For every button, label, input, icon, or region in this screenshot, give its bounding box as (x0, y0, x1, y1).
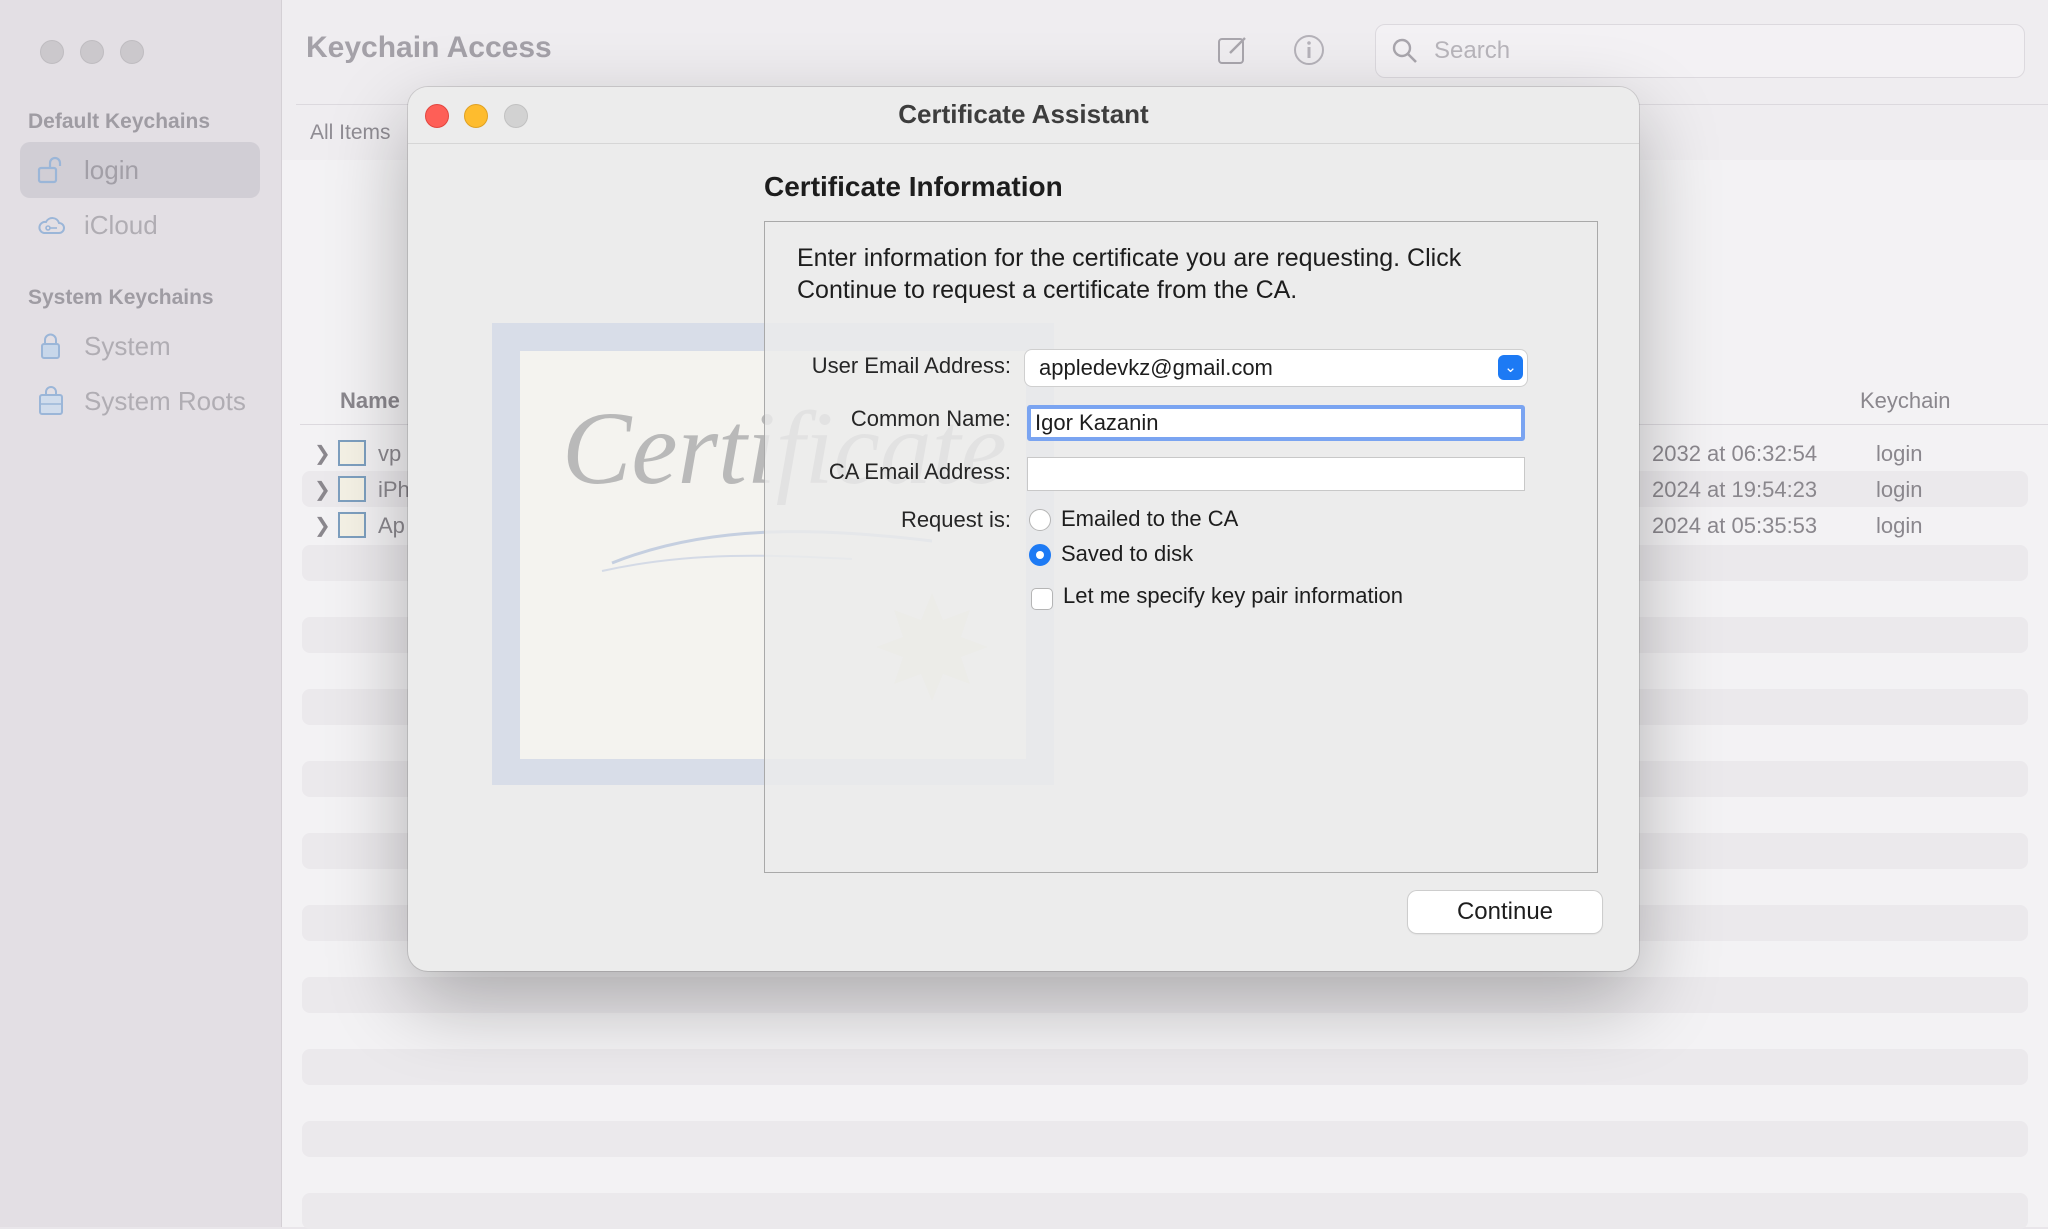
intro-text: Enter information for the certificate yo… (797, 244, 1462, 304)
sidebar-item-label: System (84, 330, 171, 361)
certificate-icon (338, 440, 366, 466)
default-keychains-header: Default Keychains (28, 110, 211, 133)
certificate-icon (338, 476, 366, 502)
common-name-field[interactable] (1027, 405, 1525, 441)
sidebar-item-label: iCloud (84, 209, 158, 240)
row-name: Ap (378, 513, 405, 538)
row-date: 2024 at 19:54:23 (1652, 477, 1818, 502)
row-keychain: login (1876, 513, 1923, 538)
dialog-title: Certificate Assistant (898, 99, 1149, 129)
empty-row (302, 1121, 2028, 1157)
empty-row (302, 977, 2028, 1013)
certificate-info-panel: Enter information for the certificate yo… (764, 221, 1598, 873)
user-email-label: User Email Address: (811, 353, 1011, 378)
user-email-select[interactable]: appledevkz@gmail.com ⌄ (1025, 350, 1527, 386)
saved-to-disk-label[interactable]: Saved to disk (1061, 541, 1193, 567)
sidebar-item-icloud[interactable]: iCloud (20, 197, 260, 253)
locked-cabinet-icon (39, 386, 63, 415)
sidebar-item-system[interactable]: System (20, 318, 260, 374)
ca-email-label: CA Email Address: (828, 459, 1011, 484)
disclosure-chevron-icon[interactable]: ❯ (314, 441, 331, 466)
request-is-label: Request is: (900, 507, 1011, 532)
row-keychain: login (1876, 441, 1923, 466)
sidebar-item-login[interactable]: login (20, 142, 260, 198)
row-name: iPh (378, 477, 410, 502)
certificate-icon (338, 512, 366, 538)
empty-row (302, 1193, 2028, 1229)
info-icon[interactable] (1292, 33, 1326, 67)
empty-row (302, 1049, 2028, 1085)
minimize-window-button[interactable] (80, 40, 104, 64)
search-field[interactable] (1375, 24, 2025, 78)
sidebar-item-label: System Roots (84, 385, 246, 416)
row-keychain: login (1876, 477, 1923, 502)
sidebar-item-system-roots[interactable]: System Roots (20, 373, 260, 429)
close-window-button[interactable] (40, 40, 64, 64)
specify-key-pair-checkbox[interactable] (1031, 588, 1053, 610)
zoom-window-button[interactable] (120, 40, 144, 64)
emailed-to-ca-label[interactable]: Emailed to the CA (1061, 506, 1238, 532)
section-title: Certificate Information (764, 171, 1063, 202)
unlocked-padlock-icon (37, 156, 62, 184)
column-header-keychain[interactable]: Keychain (1860, 388, 1951, 414)
disclosure-chevron-icon[interactable]: ❯ (314, 477, 331, 502)
chevron-down-icon[interactable]: ⌄ (1498, 355, 1523, 380)
cloud-icon (38, 217, 65, 234)
new-item-icon[interactable] (1216, 33, 1250, 67)
tab-all-items[interactable]: All Items (310, 121, 391, 145)
padlock-icon (41, 333, 60, 359)
ca-email-field[interactable] (1027, 457, 1525, 491)
row-date: 2024 at 05:35:53 (1652, 513, 1818, 538)
disclosure-chevron-icon[interactable]: ❯ (314, 513, 331, 538)
common-name-label: Common Name: (850, 406, 1011, 431)
row-name: vp (378, 441, 402, 466)
search-input[interactable] (1432, 36, 1996, 66)
app-title: Keychain Access (306, 31, 552, 64)
continue-button[interactable]: Continue (1408, 891, 1602, 933)
column-header-name[interactable]: Name (340, 388, 400, 414)
user-email-value: appledevkz@gmail.com (1039, 355, 1273, 380)
row-date: 2032 at 06:32:54 (1652, 441, 1818, 466)
specify-key-pair-label[interactable]: Let me specify key pair information (1063, 583, 1403, 609)
search-icon (1392, 38, 1417, 63)
dialog-titlebar: Certificate Assistant (408, 87, 1639, 144)
certificate-assistant-dialog: Certificate Assistant Certificate Certif… (408, 87, 1639, 971)
sidebar: Default Keychains login iCloud System Ke… (0, 0, 282, 1227)
saved-to-disk-radio[interactable] (1029, 544, 1051, 566)
system-keychains-header: System Keychains (28, 286, 214, 309)
sidebar-item-label: login (84, 154, 139, 185)
emailed-to-ca-radio[interactable] (1029, 509, 1051, 531)
